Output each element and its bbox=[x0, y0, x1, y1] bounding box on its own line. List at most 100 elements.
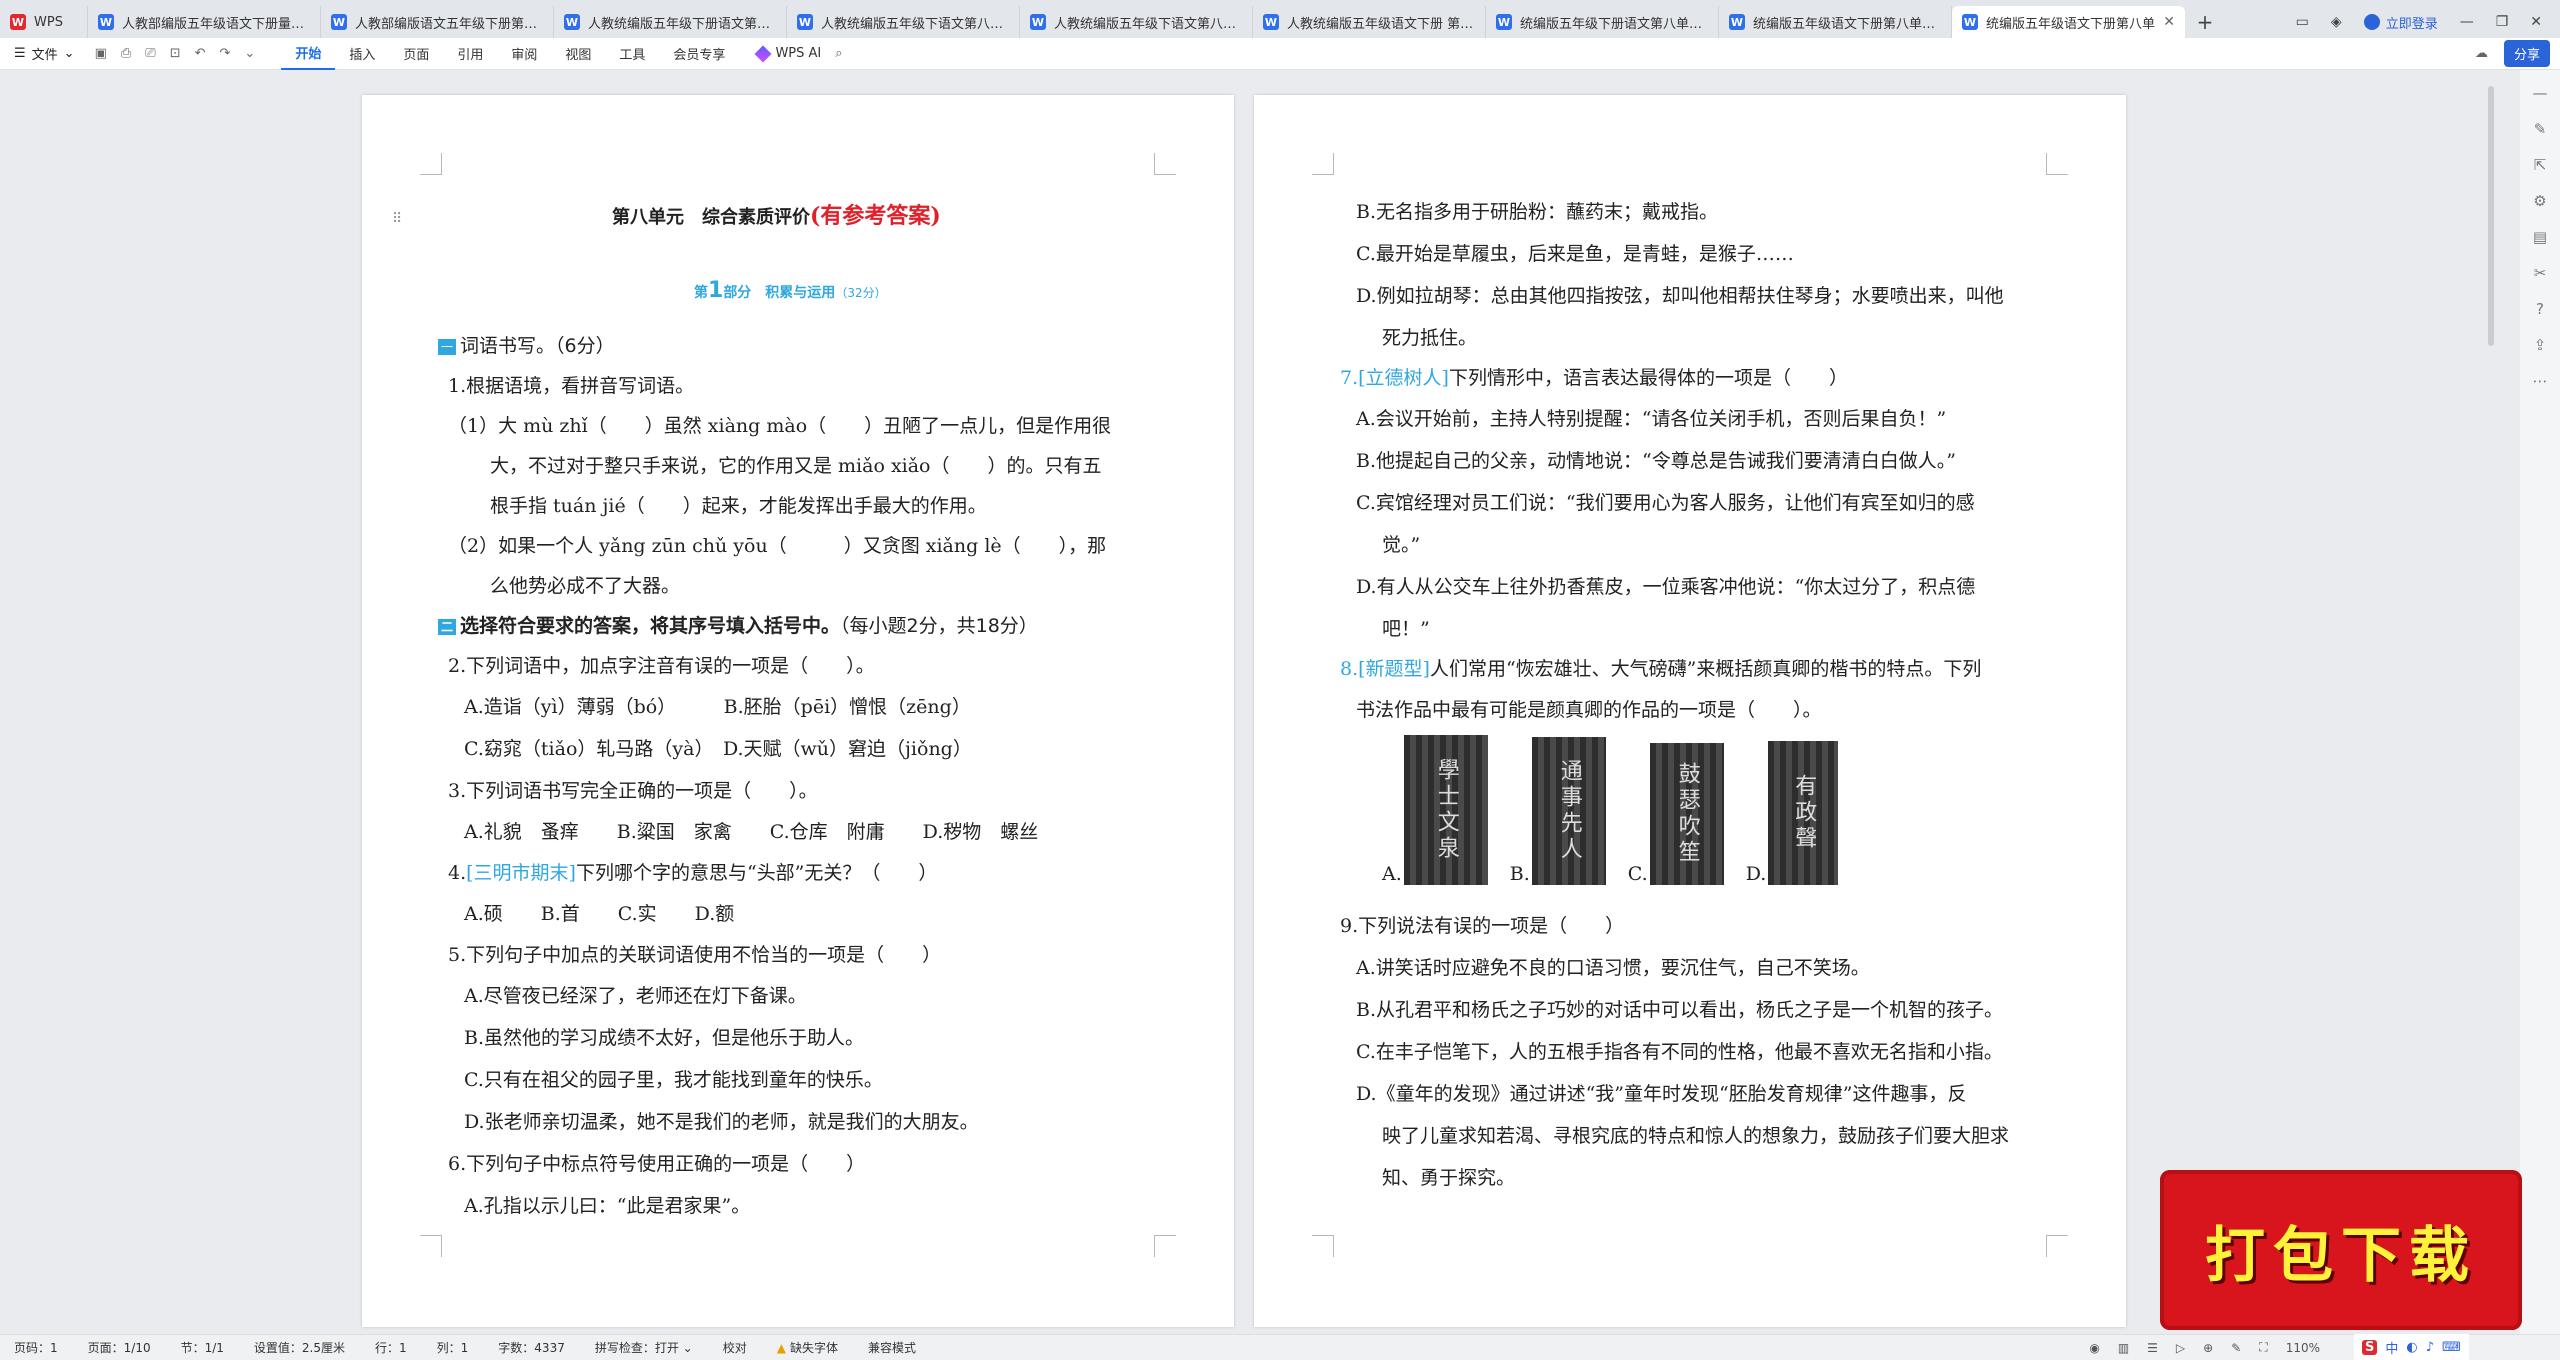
vertical-scrollbar[interactable] bbox=[2488, 86, 2494, 346]
tab-bar: W WPS W 人教部编版五年级语文下册量点字号 W 人教部编版语文五年级下册第… bbox=[0, 0, 2560, 38]
image-icon[interactable]: ▤ bbox=[2533, 228, 2547, 246]
eye-icon[interactable]: ◉ bbox=[2089, 1341, 2099, 1355]
tab-page[interactable]: 页面 bbox=[389, 38, 443, 70]
page-view-icon[interactable]: ▥ bbox=[2118, 1341, 2129, 1355]
status-missing-font[interactable]: ▲ 缺失字体 bbox=[777, 1339, 838, 1356]
new-tab-button[interactable]: + bbox=[2185, 6, 2225, 38]
tab-label: 统编版五年级语文下册第八单元考 bbox=[1753, 16, 1941, 32]
question-7: 7.[立德树人]下列情形中，语言表达最得体的一项是（ ） bbox=[1340, 367, 1848, 390]
tab-document[interactable]: W 人教统编版五年级下语文第八单元 bbox=[1020, 6, 1253, 38]
close-window-icon[interactable]: ✕ bbox=[2530, 14, 2542, 30]
tab-member[interactable]: 会员专享 bbox=[659, 38, 739, 70]
tab-document[interactable]: W 人教部编版五年级语文下册量点字号 bbox=[88, 6, 321, 38]
tab-view[interactable]: 视图 bbox=[551, 38, 605, 70]
tab-document[interactable]: W 人教统编版五年级下语文第八单元 bbox=[787, 6, 1020, 38]
calligraphy-option-b[interactable]: B. 通事先人 bbox=[1510, 735, 1606, 885]
minimize-icon[interactable]: — bbox=[2460, 14, 2474, 30]
format-icon[interactable]: ⚙ bbox=[2533, 192, 2546, 210]
undo-icon[interactable]: ↶ bbox=[195, 46, 206, 61]
question-tag: [新题型] bbox=[1358, 658, 1430, 680]
tab-document[interactable]: W 统编版五年级语文下册第八单元考 bbox=[1719, 6, 1952, 38]
option-line: C.只有在祖父的园子里，我才能找到童年的快乐。 bbox=[464, 1069, 883, 1091]
tab-document[interactable]: W 人教统编版五年级语文下册 第8单元 bbox=[1253, 6, 1486, 38]
tab-home[interactable]: 开始 bbox=[281, 38, 336, 70]
option-line: 映了儿童求知若渴、寻根究底的特点和惊人的想象力，鼓励孩子们要大胆求 bbox=[1382, 1125, 2010, 1147]
tab-document[interactable]: W 人教统编版五年级下册语文第八单 bbox=[554, 6, 787, 38]
option-line: 死力抵住。 bbox=[1382, 327, 1478, 349]
pen-icon[interactable]: ✎ bbox=[2231, 1341, 2241, 1355]
question-6: 6.下列句子中标点符号使用正确的一项是（ ） bbox=[448, 1153, 866, 1175]
list-view-icon[interactable]: ☰ bbox=[2147, 1341, 2158, 1355]
preview-icon[interactable]: ⊡ bbox=[170, 46, 181, 61]
cube-icon[interactable]: ◈ bbox=[2331, 14, 2342, 30]
calligraphy-option-c[interactable]: C. 鼓瑟吹笙 bbox=[1628, 735, 1724, 885]
moon-icon: ◐ bbox=[2406, 1339, 2418, 1355]
section-title: 选择符合要求的答案，将其序号填入括号中。 bbox=[460, 615, 841, 637]
ime-toolbar[interactable]: S 中 ◐ ♪ ⌨ bbox=[2354, 1334, 2469, 1360]
document-page-right[interactable]: B.无名指多用于研胎粉：蘸药末；戴戒指。 C.最开始是草履虫，后来是鱼，是青蛙，… bbox=[1254, 95, 2126, 1327]
status-col: 列：1 bbox=[436, 1341, 469, 1355]
status-pages[interactable]: 页面：1/10 bbox=[88, 1339, 151, 1356]
option-line: A.造诣（yì）薄弱（bó） B.胚胎（pēi）憎恨（zēng） bbox=[464, 696, 971, 718]
tab-references[interactable]: 引用 bbox=[443, 38, 497, 70]
close-icon[interactable]: ✕ bbox=[2163, 14, 2175, 30]
file-menu-button[interactable]: ☰ 文件 ⌄ bbox=[14, 44, 75, 63]
calligraphy-option-d[interactable]: D. 有政聲 bbox=[1746, 735, 1839, 885]
more-icon[interactable]: ⋯ bbox=[2533, 372, 2548, 390]
wps-ai-button[interactable]: WPS AI bbox=[754, 45, 821, 62]
question-body: 下列哪个字的意思与“头部”无关？（ ） bbox=[575, 862, 938, 884]
restore-icon[interactable]: ▭ bbox=[2296, 14, 2309, 30]
status-word-count[interactable]: 字数：4337 bbox=[498, 1339, 565, 1356]
search-icon[interactable]: ⌕ bbox=[835, 46, 842, 61]
calligraphy-option-a[interactable]: A. 學士文泉 bbox=[1382, 735, 1488, 885]
margin-corner bbox=[420, 153, 442, 175]
tools-icon[interactable]: ✂ bbox=[2534, 264, 2547, 282]
option-line: A.硕 B.首 C.实 D.额 bbox=[464, 903, 735, 925]
calligraphy-options: A. 學士文泉 B. 通事先人 C. 鼓瑟吹笙 D. 有政聲 bbox=[1382, 735, 1860, 885]
tab-wps-home[interactable]: W WPS bbox=[0, 6, 88, 38]
ai-icon bbox=[754, 45, 772, 62]
fit-icon[interactable]: ⛶ bbox=[2259, 1340, 2267, 1355]
chevron-down-icon[interactable]: ⌄ bbox=[244, 46, 255, 61]
question-3: 3.下列词语书写完全正确的一项是（ ）。 bbox=[448, 780, 818, 802]
word-doc-icon: W bbox=[98, 14, 114, 30]
select-icon[interactable]: ⇱ bbox=[2534, 156, 2547, 174]
tab-document[interactable]: W 人教部编版语文五年级下册第八单元 bbox=[321, 6, 554, 38]
doc-title: 第八单元 综合素质评价(有参考答案) bbox=[612, 203, 941, 229]
option-letter: B. bbox=[1509, 863, 1530, 885]
share-icon[interactable]: ⇪ bbox=[2534, 336, 2547, 354]
save-icon[interactable]: ▣ bbox=[95, 46, 107, 61]
tab-insert[interactable]: 插入 bbox=[335, 38, 389, 70]
option-line: A.尽管夜已经深了，老师还在灯下备课。 bbox=[464, 985, 807, 1007]
tab-review[interactable]: 审阅 bbox=[497, 38, 551, 70]
redo-icon[interactable]: ↷ bbox=[220, 46, 231, 61]
minus-icon[interactable]: — bbox=[2533, 84, 2548, 102]
share-button[interactable]: 分享 bbox=[2503, 40, 2550, 67]
keyboard-icon: ⌨ bbox=[2442, 1339, 2461, 1355]
download-banner[interactable]: 打包下载 bbox=[2160, 1170, 2522, 1330]
print-icon[interactable]: ⎚ bbox=[145, 46, 155, 61]
tab-tools[interactable]: 工具 bbox=[605, 38, 659, 70]
file-menu-label: 文件 bbox=[31, 48, 58, 63]
option-line: B.无名指多用于研胎粉：蘸药末；戴戒指。 bbox=[1356, 201, 1719, 223]
export-icon[interactable]: ⎙ bbox=[121, 46, 131, 61]
play-icon[interactable]: ▷ bbox=[2176, 1341, 2185, 1355]
help-icon[interactable]: ? bbox=[2536, 300, 2544, 318]
document-page-left[interactable]: ⠿ 第八单元 综合素质评价(有参考答案) 第1部分 积累与运用（32分） 一词语… bbox=[362, 95, 1234, 1327]
option-line: B.从孔君平和杨氏之子巧妙的对话中可以看出，杨氏之子是一个机智的孩子。 bbox=[1356, 999, 2004, 1021]
globe-icon[interactable]: ⊕ bbox=[2203, 1341, 2213, 1355]
maximize-icon[interactable]: ❐ bbox=[2496, 14, 2509, 30]
option-letter: A. bbox=[1382, 863, 1402, 885]
question-text: 书法作品中最有可能是颜真卿的作品的一项是（ ）。 bbox=[1356, 699, 1822, 721]
login-button[interactable]: 立即登录 bbox=[2363, 13, 2438, 32]
status-page[interactable]: 页码：1 bbox=[14, 1339, 58, 1356]
cloud-icon[interactable]: ☁ bbox=[2475, 46, 2488, 61]
pen-icon[interactable]: ✎ bbox=[2534, 120, 2547, 138]
tab-document[interactable]: W 统编版五年级下册语文第八单元综 bbox=[1486, 6, 1719, 38]
status-proof[interactable]: 校对 bbox=[723, 1339, 747, 1356]
tab-document-active[interactable]: W 统编版五年级语文下册第八单 ✕ bbox=[1952, 6, 2185, 38]
missing-font-label: 缺失字体 bbox=[789, 1341, 838, 1355]
status-spell-check[interactable]: 拼写检查：打开 ⌄ bbox=[595, 1339, 693, 1356]
drag-handle-icon[interactable]: ⠿ bbox=[392, 211, 402, 227]
zoom-level[interactable]: 110% bbox=[2286, 1341, 2320, 1355]
